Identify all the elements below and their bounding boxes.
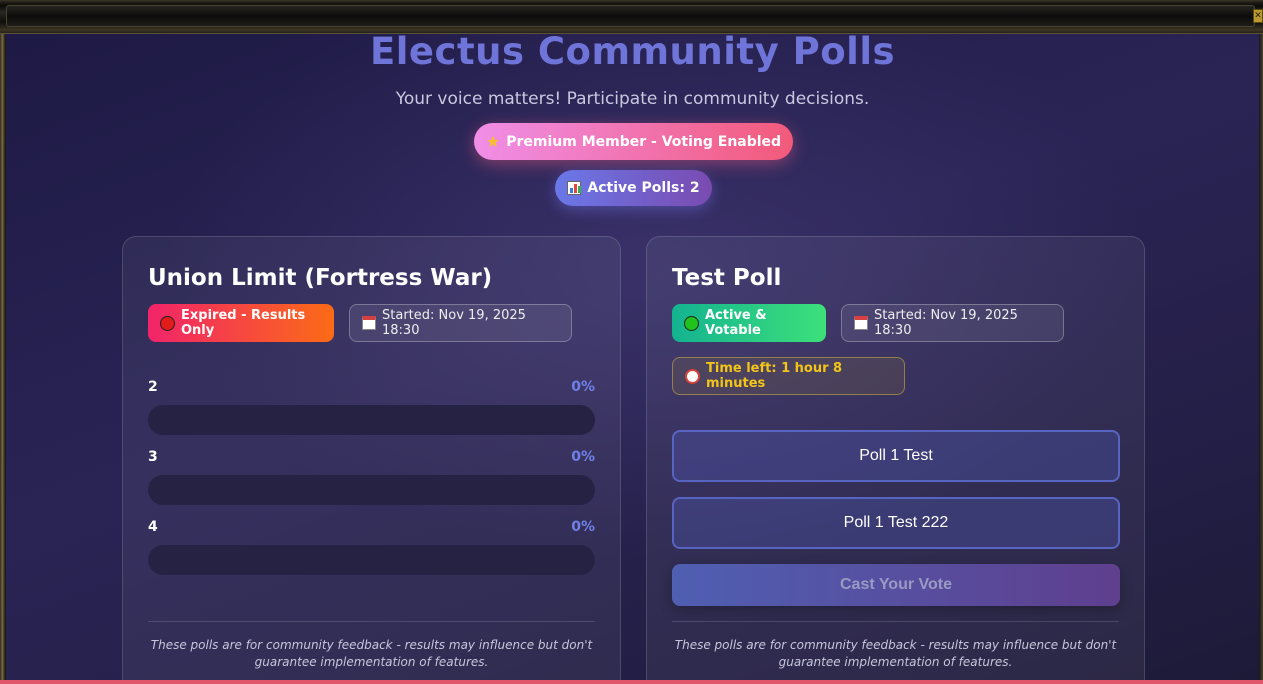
active-polls-badge: Active Polls: 2 (555, 170, 712, 206)
title-bar (6, 5, 1255, 27)
polls-page: Electus Community Polls Your voice matte… (6, 34, 1259, 680)
started-date-badge: Started: Nov 19, 2025 18:30 (841, 304, 1064, 342)
vote-option-button[interactable]: Poll 1 Test 222 (672, 497, 1120, 549)
bar-chart-icon (567, 181, 582, 195)
page-title: Electus Community Polls (369, 34, 896, 73)
result-bar-track (148, 545, 595, 575)
window-frame-top: ✕ (0, 0, 1263, 34)
result-option-label: 3 (148, 449, 158, 465)
window-frame-bottom (0, 680, 1263, 684)
alarm-clock-icon (685, 368, 700, 384)
poll-footnote: These polls are for community feedback -… (674, 638, 1117, 669)
expired-status-badge: Expired - Results Only (148, 304, 334, 342)
red-circle-icon (160, 315, 175, 331)
vote-option-button[interactable]: Poll 1 Test (672, 430, 1120, 482)
window-frame-right (1259, 34, 1263, 684)
result-option-label: 2 (148, 379, 158, 395)
card-divider (148, 621, 595, 622)
poll-card-test-poll: Test Poll Active & Votable Started: Nov … (646, 236, 1145, 680)
result-bar-track (148, 405, 595, 435)
started-date-badge: Started: Nov 19, 2025 18:30 (349, 304, 572, 342)
result-option-percent: 0% (571, 519, 595, 535)
poll-footnote: These polls are for community feedback -… (150, 638, 593, 669)
calendar-icon (854, 316, 868, 330)
result-bar-track (148, 475, 595, 505)
star-icon: ★ (485, 132, 501, 151)
green-circle-icon (684, 315, 699, 331)
card-divider (672, 621, 1119, 622)
premium-member-badge: ★ Premium Member - Voting Enabled (474, 123, 793, 160)
time-left-badge: Time left: 1 hour 8 minutes (672, 357, 905, 395)
started-label: Started: Nov 19, 2025 18:30 (382, 308, 526, 338)
active-polls-label: Active Polls: 2 (587, 180, 700, 196)
cast-vote-button[interactable]: Cast Your Vote (672, 564, 1120, 606)
time-left-label: Time left: 1 hour 8 minutes (706, 361, 843, 391)
status-label: Active & Votable (705, 308, 767, 338)
poll-title: Union Limit (Fortress War) (148, 265, 493, 291)
window-close-icon[interactable]: ✕ (1253, 9, 1263, 23)
active-status-badge: Active & Votable (672, 304, 826, 342)
premium-badge-label: Premium Member - Voting Enabled (506, 133, 782, 150)
page-subtitle: Your voice matters! Participate in commu… (395, 89, 870, 109)
poll-title: Test Poll (672, 265, 782, 291)
status-label: Expired - Results Only (181, 308, 306, 338)
result-option-label: 4 (148, 519, 158, 535)
started-label: Started: Nov 19, 2025 18:30 (874, 308, 1018, 338)
poll-card-union-limit: Union Limit (Fortress War) Expired - Res… (122, 236, 621, 680)
calendar-icon (362, 316, 376, 330)
result-option-percent: 0% (571, 449, 595, 465)
result-option-percent: 0% (571, 379, 595, 395)
